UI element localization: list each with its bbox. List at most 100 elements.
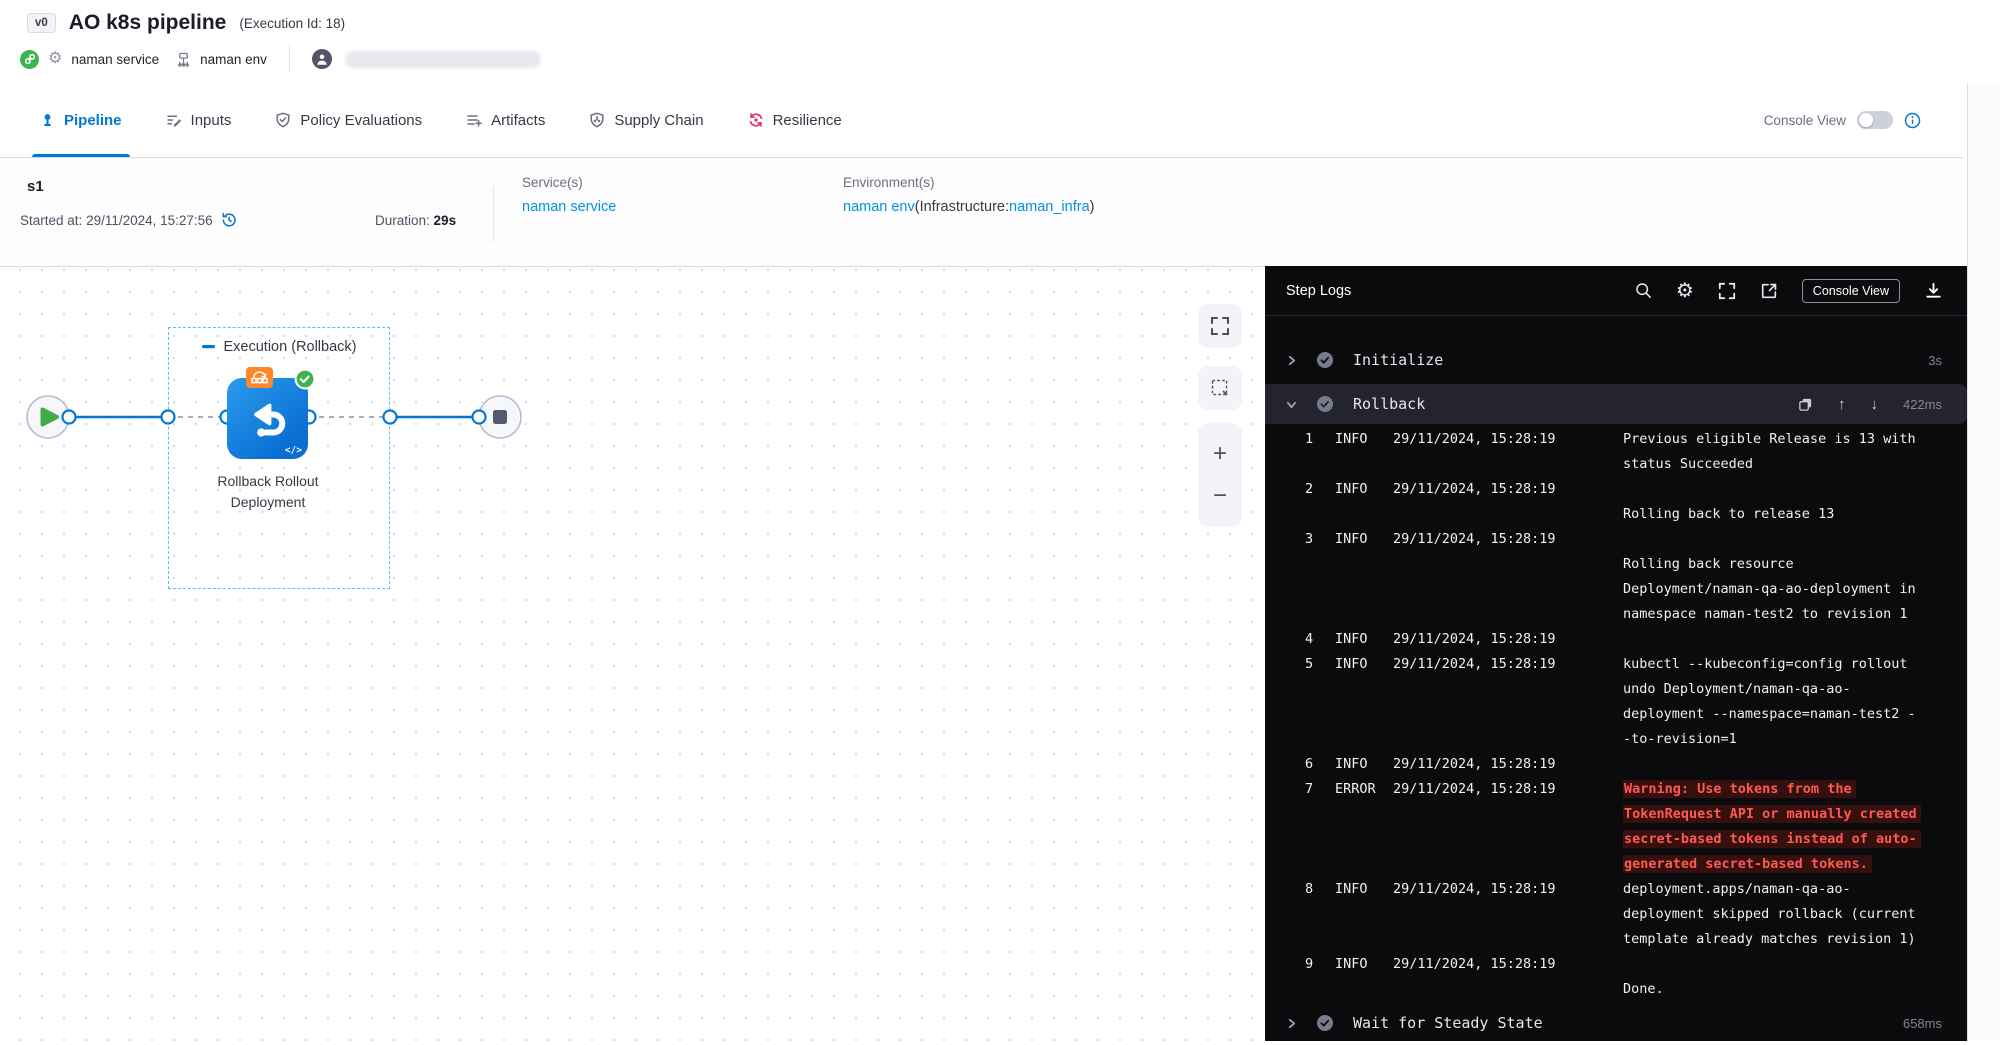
log-settings-gear-icon[interactable]: ⚙ — [1676, 281, 1694, 301]
section-name: Initialize — [1353, 351, 1443, 369]
console-view-area: Console View — [1764, 83, 1921, 157]
play-icon — [43, 410, 58, 425]
log-line: deployment --namespace=naman-test2 - — [1265, 701, 1967, 726]
log-message: generated secret-based tokens. — [1623, 856, 1967, 872]
start-node — [27, 396, 69, 438]
execution-id-label: (Execution Id: 18) — [239, 16, 345, 31]
tab-inputs[interactable]: Inputs — [166, 83, 232, 157]
environment-link[interactable]: naman env — [843, 199, 915, 215]
log-message: kubectl --kubeconfig=config rollout — [1623, 656, 1967, 672]
toggle-knob — [1859, 113, 1873, 127]
console-view-label: Console View — [1764, 113, 1846, 128]
tab-policy-evaluations[interactable]: Policy Evaluations — [275, 83, 422, 157]
step-logs-title: Step Logs — [1286, 283, 1351, 299]
open-in-new-icon[interactable] — [1760, 282, 1778, 300]
scroll-down-icon[interactable]: ↓ — [1870, 397, 1878, 412]
environments-block: Environment(s) naman env(Infrastructure:… — [843, 175, 1094, 215]
chevron-right-icon[interactable] — [1286, 1018, 1297, 1029]
collapse-minus-icon[interactable] — [202, 345, 215, 349]
canvas-fullscreen-button[interactable] — [1198, 304, 1242, 348]
chevron-down-icon[interactable] — [1286, 399, 1297, 410]
log-line: secret-based tokens instead of auto- — [1265, 826, 1967, 851]
environment-name-label: naman env — [200, 52, 267, 67]
log-section-rollback[interactable]: Rollback ↑ ↓ 422ms — [1265, 384, 1967, 424]
log-message: -to-revision=1 — [1623, 731, 1967, 747]
infrastructure-link[interactable]: naman_infra — [1009, 199, 1090, 215]
section-duration: 3s — [1928, 353, 1942, 368]
rollback-step-node[interactable]: </> — [227, 378, 308, 459]
tab-label: Pipeline — [64, 112, 122, 129]
stage-divider — [493, 186, 494, 242]
step-success-icon — [1316, 351, 1334, 369]
log-fullscreen-icon[interactable] — [1718, 282, 1736, 300]
log-message: deployment --namespace=naman-test2 - — [1623, 706, 1967, 722]
log-line: 2INFO29/11/2024, 15:28:19 — [1265, 476, 1967, 501]
tabs-list: Pipeline Inputs Policy Evaluations Artif… — [40, 83, 842, 157]
rollback-node-label: Rollback Rollout Deployment — [178, 471, 358, 513]
log-section-wait-steady-state[interactable]: Wait for Steady State 658ms — [1265, 1001, 1967, 1045]
log-line: namespace naman-test2 to revision 1 — [1265, 601, 1967, 626]
copy-icon[interactable] — [1798, 397, 1813, 412]
step-logs-header: Step Logs ⚙ Console View — [1265, 266, 1967, 316]
step-logs-actions: ⚙ Console View — [1635, 279, 1943, 303]
stage-box-label: Execution (Rollback) — [224, 339, 357, 355]
chevron-right-icon[interactable] — [1286, 355, 1297, 366]
supply-chain-icon — [589, 112, 605, 128]
search-icon[interactable] — [1635, 282, 1652, 299]
log-line: 4INFO29/11/2024, 15:28:19 — [1265, 626, 1967, 651]
environment-line: naman env(Infrastructure:naman_infra) — [843, 199, 1094, 215]
log-line: -to-revision=1 — [1265, 726, 1967, 751]
pipeline-icon — [40, 113, 55, 128]
execution-history-icon[interactable] — [220, 211, 238, 229]
log-section-initialize[interactable]: Initialize 3s — [1265, 338, 1967, 382]
tab-pipeline[interactable]: Pipeline — [40, 83, 122, 157]
log-message: Rolling back to release 13 — [1623, 506, 1967, 522]
canvas-selection-button[interactable] — [1198, 366, 1242, 410]
log-line: deployment skipped rollback (current — [1265, 901, 1967, 926]
section-duration: 422ms — [1903, 397, 1942, 412]
log-line: Rolling back resource — [1265, 551, 1967, 576]
pipeline-canvas[interactable]: Execution (Rollback) </> — [0, 266, 1265, 1041]
console-view-button[interactable]: Console View — [1802, 279, 1900, 303]
service-link[interactable]: naman service — [522, 199, 616, 215]
duration-value: 29s — [434, 213, 457, 228]
log-message: secret-based tokens instead of auto- — [1623, 831, 1967, 847]
services-block: Service(s) naman service — [522, 175, 616, 215]
zoom-in-button[interactable]: + — [1198, 444, 1242, 464]
log-line: template already matches revision 1) — [1265, 926, 1967, 951]
log-message: TokenRequest API or manually created — [1623, 806, 1967, 822]
log-line: status Succeeded — [1265, 451, 1967, 476]
code-icon: </> — [285, 445, 302, 456]
log-line: 3INFO29/11/2024, 15:28:19 — [1265, 526, 1967, 551]
zoom-out-button[interactable]: − — [1198, 486, 1242, 506]
tab-label: Artifacts — [491, 112, 545, 129]
log-line: undo Deployment/naman-qa-ao- — [1265, 676, 1967, 701]
log-line: 7ERROR29/11/2024, 15:28:19Warning: Use t… — [1265, 776, 1967, 801]
log-message: Deployment/naman-qa-ao-deployment in — [1623, 581, 1967, 597]
tab-artifacts[interactable]: Artifacts — [466, 83, 545, 157]
step-success-icon — [1316, 395, 1334, 413]
policy-evaluations-icon — [275, 112, 291, 128]
log-line: Rolling back to release 13 — [1265, 501, 1967, 526]
console-view-toggle[interactable] — [1857, 111, 1893, 129]
log-message: Warning: Use tokens from the — [1623, 781, 1967, 797]
started-at-label: Started at: 29/11/2024, 15:27:56 — [20, 213, 213, 228]
log-line: generated secret-based tokens. — [1265, 851, 1967, 876]
log-message: Rolling back resource — [1623, 556, 1967, 572]
section-name: Wait for Steady State — [1353, 1014, 1543, 1032]
tab-resilience[interactable]: Resilience — [748, 83, 842, 157]
services-label: Service(s) — [522, 175, 616, 190]
environments-label: Environment(s) — [843, 175, 1094, 190]
duration: Duration: 29s — [375, 213, 456, 228]
section-name: Rollback — [1353, 395, 1425, 413]
tab-supply-chain[interactable]: Supply Chain — [589, 83, 703, 157]
log-message: namespace naman-test2 to revision 1 — [1623, 606, 1967, 622]
resilience-icon — [748, 112, 764, 128]
tab-label: Policy Evaluations — [300, 112, 422, 129]
log-message: Done. — [1623, 981, 1967, 997]
started-at: Started at: 29/11/2024, 15:27:56 — [20, 211, 238, 229]
download-icon[interactable] — [1924, 281, 1943, 300]
info-icon[interactable] — [1904, 112, 1921, 129]
scroll-up-icon[interactable]: ↑ — [1838, 397, 1846, 412]
log-message: status Succeeded — [1623, 456, 1967, 472]
